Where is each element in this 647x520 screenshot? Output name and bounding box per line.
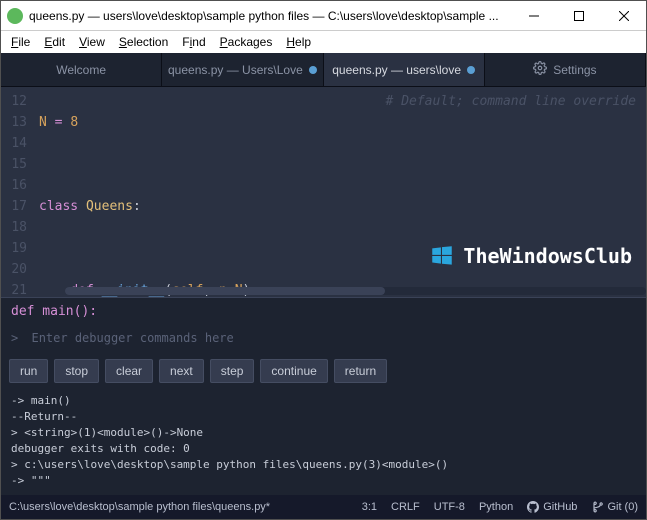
titlebar: queens.py — users\love\desktop\sample py… — [1, 1, 646, 31]
debugger-context-text: def main(): — [11, 304, 97, 319]
maximize-button[interactable] — [556, 1, 601, 30]
statusbar: C:\users\love\desktop\sample python file… — [1, 495, 646, 519]
step-button[interactable]: step — [210, 359, 255, 383]
code-token: N — [39, 115, 47, 130]
debugger-placeholder: Enter debugger commands here — [31, 331, 233, 345]
debugger-context: def main(): — [1, 297, 646, 325]
menu-find[interactable]: Find — [176, 33, 211, 51]
continue-button[interactable]: continue — [260, 359, 327, 383]
menu-selection[interactable]: Selection — [113, 33, 174, 51]
app-window: queens.py — users\love\desktop\sample py… — [0, 0, 647, 520]
window-buttons — [511, 1, 646, 30]
tab-welcome[interactable]: Welcome — [1, 53, 162, 86]
code-token: Queens — [86, 199, 133, 214]
modified-dot-icon — [467, 66, 475, 74]
app-icon — [7, 8, 23, 24]
windows-logo-icon — [429, 243, 455, 269]
gear-icon — [533, 61, 547, 78]
code-token: : — [133, 199, 141, 214]
clear-button[interactable]: clear — [105, 359, 153, 383]
line-gutter: 12 13 14 15 16 17 18 19 20 21 — [1, 87, 33, 297]
tab-settings[interactable]: Settings — [485, 53, 646, 86]
code-content[interactable]: N = 8 class Queens: def __init__(self, n… — [33, 87, 646, 297]
code-comment: # Default; command line override — [386, 91, 636, 112]
watermark-text: TheWindowsClub — [463, 246, 632, 267]
debugger-console[interactable]: -> main() --Return-- > <string>(1)<modul… — [1, 391, 646, 495]
window-title: queens.py — users\love\desktop\sample py… — [29, 9, 511, 23]
git-branch-icon — [591, 501, 603, 513]
tab-label: queens.py — Users\Love — [168, 63, 303, 77]
watermark: TheWindowsClub — [429, 243, 632, 269]
menu-packages[interactable]: Packages — [214, 33, 279, 51]
minimize-button[interactable] — [511, 1, 556, 30]
status-git-label: Git (0) — [607, 501, 638, 513]
line-number: 19 — [1, 238, 27, 259]
menubar: File Edit View Selection Find Packages H… — [1, 31, 646, 53]
line-number: 12 — [1, 91, 27, 112]
code-editor[interactable]: 12 13 14 15 16 17 18 19 20 21 N = 8 clas… — [1, 87, 646, 297]
debugger-prompt: > — [11, 331, 18, 345]
return-button[interactable]: return — [334, 359, 387, 383]
line-number: 16 — [1, 175, 27, 196]
debugger-input-row[interactable]: > Enter debugger commands here — [1, 325, 646, 355]
menu-edit[interactable]: Edit — [38, 33, 71, 51]
close-button[interactable] — [601, 1, 646, 30]
line-number: 21 — [1, 280, 27, 297]
debugger-toolbar: run stop clear next step continue return — [1, 355, 646, 391]
next-button[interactable]: next — [159, 359, 204, 383]
github-icon — [527, 501, 539, 513]
status-github[interactable]: GitHub — [527, 501, 577, 513]
line-number: 17 — [1, 196, 27, 217]
status-path[interactable]: C:\users\love\desktop\sample python file… — [9, 501, 270, 513]
line-number: 20 — [1, 259, 27, 280]
menu-view[interactable]: View — [73, 33, 111, 51]
status-git[interactable]: Git (0) — [591, 501, 638, 513]
menu-help[interactable]: Help — [280, 33, 317, 51]
line-number: 18 — [1, 217, 27, 238]
stop-button[interactable]: stop — [54, 359, 99, 383]
line-number: 14 — [1, 133, 27, 154]
status-cursor[interactable]: 3:1 — [362, 501, 377, 513]
status-language[interactable]: Python — [479, 501, 513, 513]
tab-label: queens.py — users\love — [332, 63, 461, 77]
tab-queens-users-love-caps[interactable]: queens.py — Users\Love — [162, 53, 323, 86]
line-number: 15 — [1, 154, 27, 175]
status-github-label: GitHub — [543, 501, 577, 513]
status-line-endings[interactable]: CRLF — [391, 501, 420, 513]
status-encoding[interactable]: UTF-8 — [434, 501, 465, 513]
code-token: class — [39, 199, 78, 214]
modified-dot-icon — [309, 66, 317, 74]
run-button[interactable]: run — [9, 359, 48, 383]
line-number: 13 — [1, 112, 27, 133]
tabbar: Welcome queens.py — Users\Love queens.py… — [1, 53, 646, 87]
horizontal-scrollbar[interactable] — [65, 287, 646, 295]
tab-label: Welcome — [56, 63, 106, 77]
tab-label: Settings — [553, 63, 596, 77]
menu-file[interactable]: File — [5, 33, 36, 51]
code-token: = — [47, 115, 70, 130]
tab-queens-users-love[interactable]: queens.py — users\love — [324, 53, 485, 86]
code-token: 8 — [70, 115, 78, 130]
scrollbar-thumb[interactable] — [65, 287, 385, 295]
